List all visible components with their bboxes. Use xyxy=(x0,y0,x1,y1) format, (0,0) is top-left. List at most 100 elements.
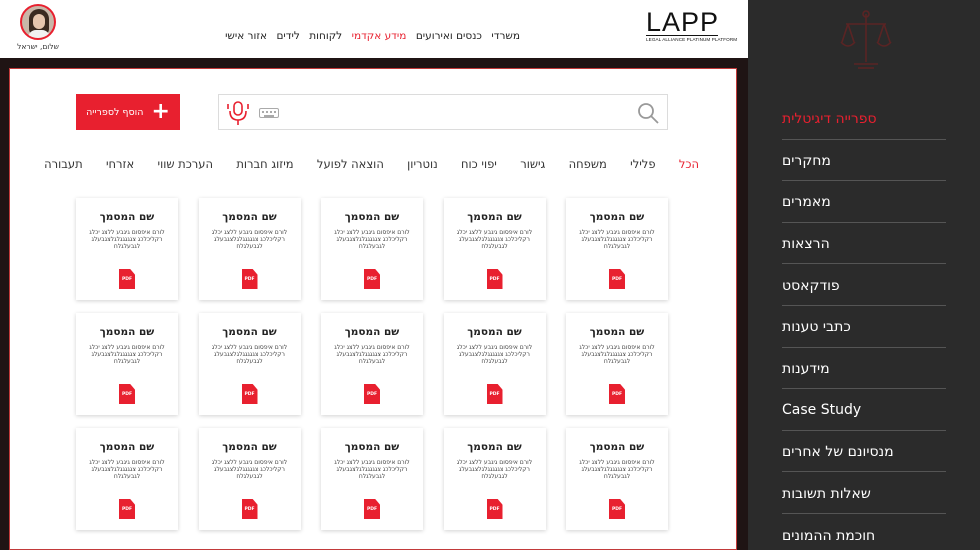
plus-icon: + xyxy=(151,99,170,124)
user-profile[interactable]: שלום, ישראל xyxy=(16,4,60,51)
pdf-badge-label: PDF xyxy=(244,507,255,512)
sidebar-menu: ספרייה דיגיטלית מחקרים מאמרים הרצאות פוד… xyxy=(782,98,946,550)
pdf-file-icon[interactable]: PDF xyxy=(609,499,625,519)
pdf-file-icon[interactable]: PDF xyxy=(364,499,380,519)
document-card[interactable]: שם המסמך לורם איפסום גיגבע ללצג יכלג רקלי… xyxy=(321,428,423,530)
nav-item-leads[interactable]: לידים xyxy=(276,30,299,42)
search-input[interactable] xyxy=(285,101,625,125)
sidebar-item-research[interactable]: מחקרים xyxy=(782,140,946,182)
category-valuation[interactable]: הערכת שווי xyxy=(158,157,213,171)
avatar[interactable] xyxy=(20,4,56,40)
document-card[interactable]: שם המסמך לורם איפסום גיגבע ללצג יכלג רקלי… xyxy=(76,313,178,415)
pdf-file-icon[interactable]: PDF xyxy=(119,499,135,519)
nav-item-clients[interactable]: לקוחות xyxy=(309,30,342,42)
category-civil[interactable]: אזרחי xyxy=(106,157,134,171)
document-card[interactable]: שם המסמך לורם איפסום גיגבע ללצג יכלג רקלי… xyxy=(198,198,301,300)
lapp-logo[interactable]: LAPP LEGAL ALLIANCE PLATINUM PLATFORM xyxy=(646,9,738,45)
add-to-library-button[interactable]: + הוסף לספרייה xyxy=(76,94,180,130)
logo-tagline: LEGAL ALLIANCE PLATINUM PLATFORM xyxy=(646,35,738,42)
pdf-file-icon[interactable]: PDF xyxy=(119,269,135,289)
document-title: שם המסמך xyxy=(344,441,400,453)
pdf-file-icon[interactable]: PDF xyxy=(486,269,503,289)
pdf-badge-label: PDF xyxy=(244,277,255,282)
document-title: שם המסמך xyxy=(222,441,277,453)
document-card[interactable]: שם המסמך לורם איפסום גיגבע ללצג יכלג רקלי… xyxy=(566,313,668,415)
category-traffic[interactable]: תעבורה xyxy=(44,157,83,171)
document-card[interactable]: שם המסמך לורם איפסום גיגבע ללצג יכלג רקלי… xyxy=(321,313,423,415)
category-all[interactable]: הכל xyxy=(679,157,699,171)
document-title: שם המסמך xyxy=(344,326,400,338)
pdf-badge-label: PDF xyxy=(121,392,133,397)
document-card[interactable]: שם המסמך לורם איפסום גיגבע ללצג יכלג רקלי… xyxy=(198,313,301,415)
document-card[interactable]: שם המסמך לורם איפסום גיגבע ללצג יכלג רקלי… xyxy=(443,198,546,300)
sidebar-item-digital-library[interactable]: ספרייה דיגיטלית xyxy=(782,98,946,140)
sidebar-item-podcast[interactable]: פודקאסט xyxy=(782,264,946,306)
pdf-badge-label: PDF xyxy=(489,507,500,512)
document-card[interactable]: שם המסמך לורם איפסום גיגבע ללצג יכלג רקלי… xyxy=(76,198,178,300)
category-mergers[interactable]: מיזוג חברות xyxy=(236,157,293,171)
pdf-file-icon[interactable]: PDF xyxy=(609,384,625,404)
document-description: לורם איפסום גיגבע ללצג יכלג רקליכלכג צגג… xyxy=(456,344,533,365)
pdf-file-icon[interactable]: PDF xyxy=(609,269,625,289)
pdf-file-icon[interactable]: PDF xyxy=(486,384,503,404)
pdf-file-icon[interactable]: PDF xyxy=(364,384,380,404)
document-description: לורם איפסום גיגבע ללצג יכלג רקליכלכג צגג… xyxy=(211,344,288,365)
sidebar-item-lectures[interactable]: הרצאות xyxy=(782,223,946,265)
nav-item-conferences[interactable]: כנסים ואירועים xyxy=(416,30,482,42)
category-family[interactable]: משפחה xyxy=(569,157,607,171)
document-title: שם המסמך xyxy=(222,211,277,223)
category-power-of-attorney[interactable]: יפוי כוח xyxy=(461,157,497,171)
sidebar-item-qa[interactable]: שאלות תשובות xyxy=(782,472,946,514)
nav-item-personal-area[interactable]: אזור אישי xyxy=(225,30,267,42)
pdf-file-icon[interactable]: PDF xyxy=(486,499,503,519)
document-card[interactable]: שם המסמך לורם איפסום גיגבע ללצג יכלג רקלי… xyxy=(198,428,301,530)
pdf-badge-label: PDF xyxy=(244,392,255,397)
document-description: לורם איפסום גיגבע ללצג יכלג רקליכלכג צגג… xyxy=(579,344,655,365)
search-bar xyxy=(218,94,668,130)
document-card[interactable]: שם המסמך לורם איפסום גיגבע ללצג יכלג רקלי… xyxy=(566,428,668,530)
document-card[interactable]: שם המסמך לורם איפסום גיגבע ללצג יכלג רקלי… xyxy=(566,198,668,300)
pdf-file-icon[interactable]: PDF xyxy=(241,269,258,289)
category-enforcement[interactable]: הוצאה לפועל xyxy=(317,157,384,171)
sidebar-item-others-experience[interactable]: מנסיונם של אחרים xyxy=(782,431,946,473)
document-title: שם המסמך xyxy=(344,211,400,223)
magnifier-icon[interactable] xyxy=(637,102,659,124)
sidebar-item-case-study[interactable]: Case Study xyxy=(782,389,946,431)
document-description: לורם איפסום גיגבע ללצג יכלג רקליכלכג צגג… xyxy=(211,459,288,480)
keyboard-icon[interactable] xyxy=(259,108,279,118)
document-description: לורם איפסום גיגבע ללצג יכלג רקליכלכג צגג… xyxy=(456,229,533,250)
document-card[interactable]: שם המסמך לורם איפסום גיגבע ללצג יכלג רקלי… xyxy=(443,428,546,530)
pdf-badge-label: PDF xyxy=(611,507,623,512)
category-criminal[interactable]: פלילי xyxy=(630,157,655,171)
document-description: לורם איפסום גיגבע ללצג יכלג רקליכלכג צגג… xyxy=(334,344,410,365)
document-card[interactable]: שם המסמך לורם איפסום גיגבע ללצג יכלג רקלי… xyxy=(443,313,546,415)
pdf-file-icon[interactable]: PDF xyxy=(119,384,135,404)
pdf-file-icon[interactable]: PDF xyxy=(241,499,258,519)
nav-item-office[interactable]: משרדי xyxy=(491,30,520,42)
document-title: שם המסמך xyxy=(99,211,155,223)
pdf-badge-label: PDF xyxy=(489,392,500,397)
document-title: שם המסמך xyxy=(99,441,155,453)
pdf-badge-label: PDF xyxy=(121,507,133,512)
document-card[interactable]: שם המסמך לורם איפסום גיגבע ללצג יכלג רקלי… xyxy=(321,198,423,300)
category-mediation[interactable]: גישור xyxy=(520,157,545,171)
pdf-file-icon[interactable]: PDF xyxy=(364,269,380,289)
document-card[interactable]: שם המסמך לורם איפסום גיגבע ללצג יכלג רקלי… xyxy=(76,428,178,530)
microphone-icon[interactable] xyxy=(227,100,249,126)
category-notary[interactable]: נוטריון xyxy=(407,157,438,171)
sidebar-item-information[interactable]: מידענות xyxy=(782,348,946,390)
sidebar-item-pleadings[interactable]: כתבי טענות xyxy=(782,306,946,348)
pdf-file-icon[interactable]: PDF xyxy=(241,384,258,404)
document-description: לורם איפסום גיגבע ללצג יכלג רקליכלכג צגג… xyxy=(89,459,165,480)
sidebar-item-crowd-wisdom[interactable]: חוכמת ההמונים xyxy=(782,514,946,550)
document-description: לורם איפסום גיגבע ללצג יכלג רקליכלכג צגג… xyxy=(579,229,655,250)
top-header: LAPP LEGAL ALLIANCE PLATINUM PLATFORM מש… xyxy=(0,0,748,58)
sidebar-item-articles[interactable]: מאמרים xyxy=(782,181,946,223)
document-title: שם המסמך xyxy=(589,326,645,338)
user-greeting: שלום, ישראל xyxy=(17,42,59,51)
document-description: לורם איפסום גיגבע ללצג יכלג רקליכלכג צגג… xyxy=(579,459,655,480)
pdf-badge-label: PDF xyxy=(366,277,378,282)
nav-item-academic[interactable]: מידע אקדמי xyxy=(352,30,407,42)
add-to-library-label: הוסף לספרייה xyxy=(86,106,144,118)
document-description: לורם איפסום גיגבע ללצג יכלג רקליכלכג צגג… xyxy=(89,344,165,365)
